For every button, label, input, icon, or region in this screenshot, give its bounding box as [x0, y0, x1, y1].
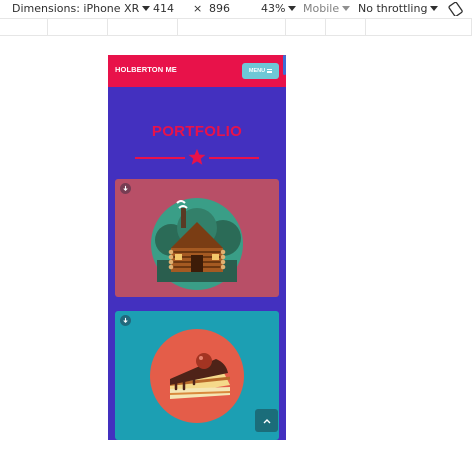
zoom-dropdown[interactable]: 43%: [261, 0, 297, 16]
ruler-segment: [48, 19, 108, 35]
log-cabin-image: [151, 198, 243, 290]
zoom-value: 43%: [261, 1, 286, 15]
chevron-down-icon: [142, 5, 151, 11]
dimensions-label: Dimensions: iPhone XR: [12, 1, 140, 15]
ruler-segment: [366, 19, 472, 35]
device-mode-value: Mobile: [303, 1, 340, 15]
chevron-down-icon: [430, 5, 439, 11]
devtools-device-toolbar: Dimensions: iPhone XR 414 × 896 43% Mobi…: [0, 0, 472, 16]
title-divider-right: [209, 157, 259, 159]
times-symbol: ×: [193, 1, 203, 15]
scroll-indicator: [283, 55, 286, 75]
download-icon[interactable]: [120, 183, 131, 194]
media-query-ruler: [0, 18, 472, 36]
chevron-up-icon: [263, 418, 270, 423]
device-mode-dropdown[interactable]: Mobile: [303, 0, 351, 16]
device-viewport: HOLBERTON ME MENU PORTFOLIO: [108, 55, 286, 440]
title-divider-left: [135, 157, 185, 159]
height-input[interactable]: 896: [209, 0, 230, 16]
cake-slice-image: [150, 329, 244, 423]
times-separator: ×: [193, 0, 202, 16]
back-to-top-button[interactable]: [255, 409, 278, 432]
chevron-down-icon: [342, 5, 351, 11]
width-input[interactable]: 414: [153, 0, 174, 16]
star-icon: [188, 148, 206, 165]
menu-label: MENU: [248, 68, 266, 74]
download-icon[interactable]: [120, 315, 131, 326]
section-title: PORTFOLIO: [151, 123, 243, 140]
brand-logo[interactable]: HOLBERTON ME: [115, 65, 177, 74]
throttle-dropdown[interactable]: No throttling: [358, 0, 439, 16]
throttle-value: No throttling: [358, 1, 428, 15]
dimensions-dropdown[interactable]: Dimensions: iPhone XR: [12, 0, 151, 16]
height-value: 896: [209, 1, 230, 15]
portfolio-card[interactable]: [115, 179, 279, 297]
ruler-segment: [178, 19, 286, 35]
ruler-segment: [0, 19, 48, 35]
menu-button[interactable]: MENU: [242, 63, 279, 79]
ruler-segment: [286, 19, 326, 35]
rotate-icon[interactable]: [448, 1, 464, 17]
ruler-segment: [108, 19, 178, 35]
site-navbar: HOLBERTON ME MENU: [108, 55, 286, 87]
hamburger-icon: [267, 69, 273, 73]
width-value: 414: [153, 1, 174, 15]
ruler-segment: [326, 19, 366, 35]
chevron-down-icon: [288, 5, 297, 11]
